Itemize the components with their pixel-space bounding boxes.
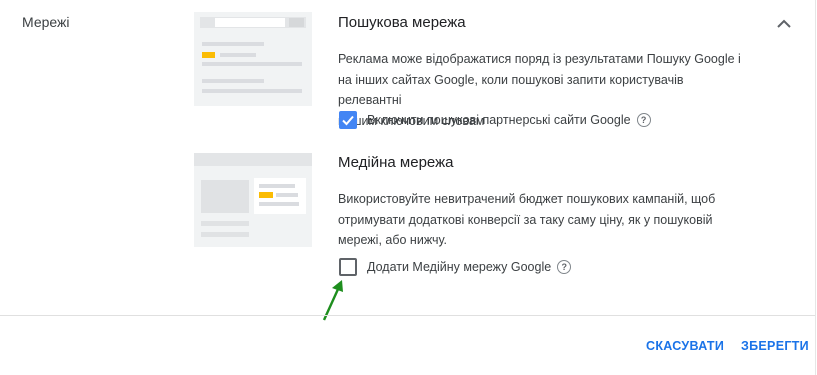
save-button[interactable]: ЗБЕРЕГТИ bbox=[741, 339, 809, 353]
display-network-title: Медійна мережа bbox=[338, 154, 454, 171]
display-network-illustration bbox=[194, 153, 312, 247]
display-network-description-line: Використовуйте невитрачений бюджет пошук… bbox=[338, 192, 716, 206]
search-network-title: Пошукова мережа bbox=[338, 14, 466, 31]
search-network-description-line: на інших сайтах Google, коли пошукові за… bbox=[338, 72, 684, 108]
display-network-description-line: отримувати додаткові конверсії за таку с… bbox=[338, 212, 713, 227]
search-partners-checkbox[interactable] bbox=[339, 111, 357, 129]
collapse-button[interactable] bbox=[773, 12, 795, 34]
footer-divider bbox=[0, 315, 815, 316]
search-network-description-line: Реклама може відображатися поряд із резу… bbox=[338, 52, 741, 66]
display-network-option: Додати Медійну мережу Google ? bbox=[339, 258, 572, 276]
search-partners-label: Включити пошукові партнерські сайти Goog… bbox=[367, 113, 631, 127]
cancel-button[interactable]: СКАСУВАТИ bbox=[646, 339, 724, 353]
section-label: Мережі bbox=[22, 14, 70, 30]
green-arrow-icon bbox=[322, 280, 343, 321]
search-partners-option: Включити пошукові партнерські сайти Goog… bbox=[339, 111, 651, 129]
display-network-checkbox[interactable] bbox=[339, 258, 357, 276]
display-network-description-line: мережі, або нижчу. bbox=[338, 233, 448, 247]
search-network-illustration bbox=[194, 12, 312, 106]
check-icon bbox=[342, 115, 354, 126]
right-border bbox=[815, 0, 816, 375]
display-network-description: Використовуйте невитрачений бюджет пошук… bbox=[338, 189, 748, 251]
help-circle-icon[interactable]: ? bbox=[636, 113, 651, 127]
help-circle-icon[interactable]: ? bbox=[557, 260, 572, 274]
chevron-up-icon bbox=[777, 19, 791, 28]
display-network-label: Додати Медійну мережу Google bbox=[367, 260, 552, 274]
